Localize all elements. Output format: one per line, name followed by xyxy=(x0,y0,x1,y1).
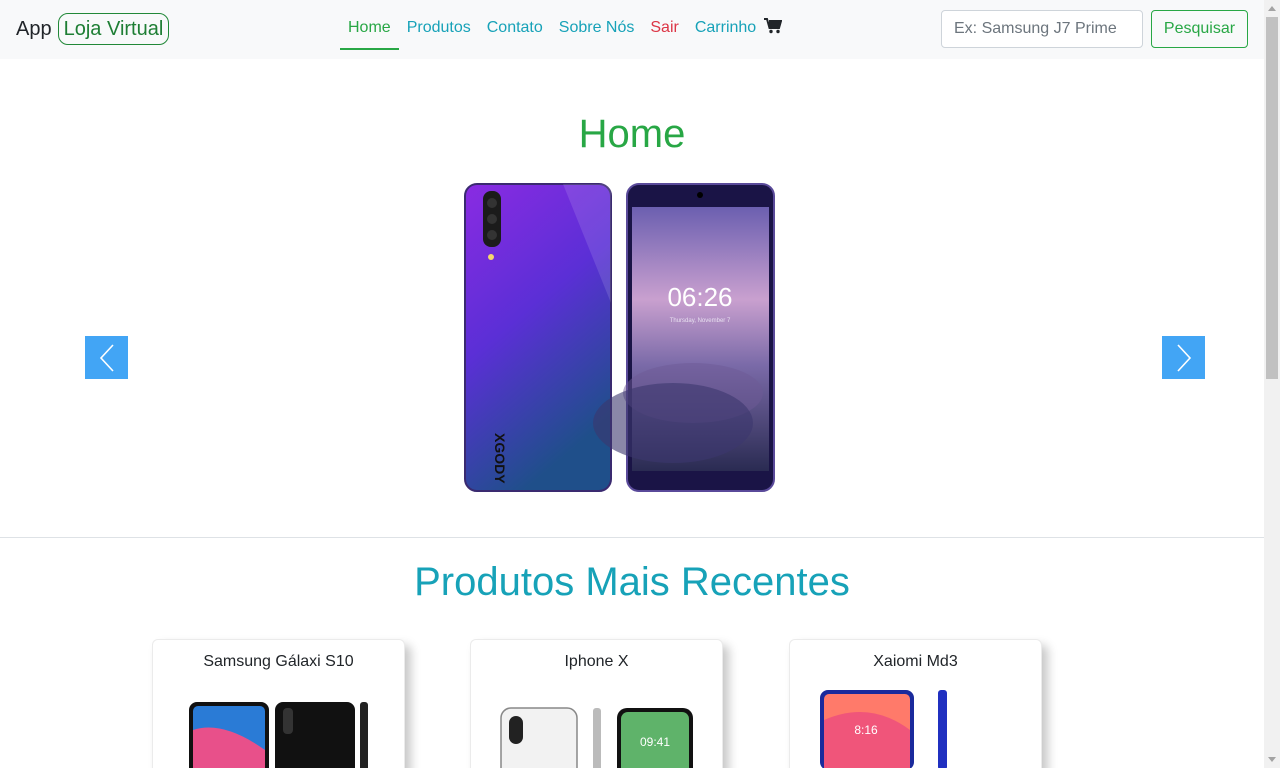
chevron-left-icon xyxy=(99,343,114,372)
section-divider xyxy=(0,537,1264,538)
nav-links: Home Produtos Contato Sobre Nós Sair Car… xyxy=(340,0,790,59)
svg-text:09:41: 09:41 xyxy=(640,735,670,749)
product-name: Iphone X xyxy=(564,653,629,670)
nav-produtos[interactable]: Produtos xyxy=(399,0,479,50)
nav-carrinho[interactable]: Carrinho xyxy=(687,0,790,50)
product-image: 8:16 xyxy=(820,690,947,768)
section-title: Produtos Mais Recentes xyxy=(414,560,850,604)
scroll-down-arrow-icon[interactable] xyxy=(1268,757,1276,762)
carousel-slide-image: XGODY 06:26 Thursday, November 7 xyxy=(464,183,775,492)
brand[interactable]: App Loja Virtual xyxy=(16,13,170,45)
carousel-prev-button[interactable] xyxy=(85,336,128,379)
product-card[interactable]: Iphone X 09:41 xyxy=(470,639,723,768)
product-image xyxy=(189,702,368,768)
scroll-thumb[interactable] xyxy=(1266,17,1278,379)
brand-prefix: App xyxy=(16,17,52,40)
product-card[interactable]: Xaiomi Md3 8:16 xyxy=(789,639,1042,768)
nav-contato[interactable]: Contato xyxy=(479,0,551,50)
page-title: Home xyxy=(578,112,686,156)
slide-brand-text: XGODY xyxy=(492,433,508,484)
nav-home[interactable]: Home xyxy=(340,0,399,50)
carousel: XGODY 06:26 Thursday, November 7 xyxy=(85,170,1205,520)
nav-sobre[interactable]: Sobre Nós xyxy=(551,0,643,50)
product-image: 09:41 xyxy=(500,707,693,768)
navbar: App Loja Virtual Home Produtos Contato S… xyxy=(0,0,1264,59)
slide-clock-text: 06:26 xyxy=(667,282,732,312)
product-card[interactable]: Samsung Gálaxi S10 xyxy=(152,639,405,768)
scrollbar[interactable] xyxy=(1264,0,1280,768)
carousel-next-button[interactable] xyxy=(1162,336,1205,379)
shopping-cart-icon xyxy=(763,17,782,33)
slide-date-text: Thursday, November 7 xyxy=(670,318,731,324)
nav-carrinho-label: Carrinho xyxy=(694,19,757,36)
scroll-up-arrow-icon[interactable] xyxy=(1268,6,1276,11)
product-name: Samsung Gálaxi S10 xyxy=(203,653,354,670)
product-name: Xaiomi Md3 xyxy=(873,653,958,670)
svg-text:8:16: 8:16 xyxy=(854,723,878,737)
chevron-right-icon xyxy=(1176,343,1191,372)
nav-sair[interactable]: Sair xyxy=(642,0,686,50)
search-input[interactable] xyxy=(941,10,1143,48)
search-button[interactable]: Pesquisar xyxy=(1151,10,1248,48)
brand-name: Loja Virtual xyxy=(57,13,170,45)
